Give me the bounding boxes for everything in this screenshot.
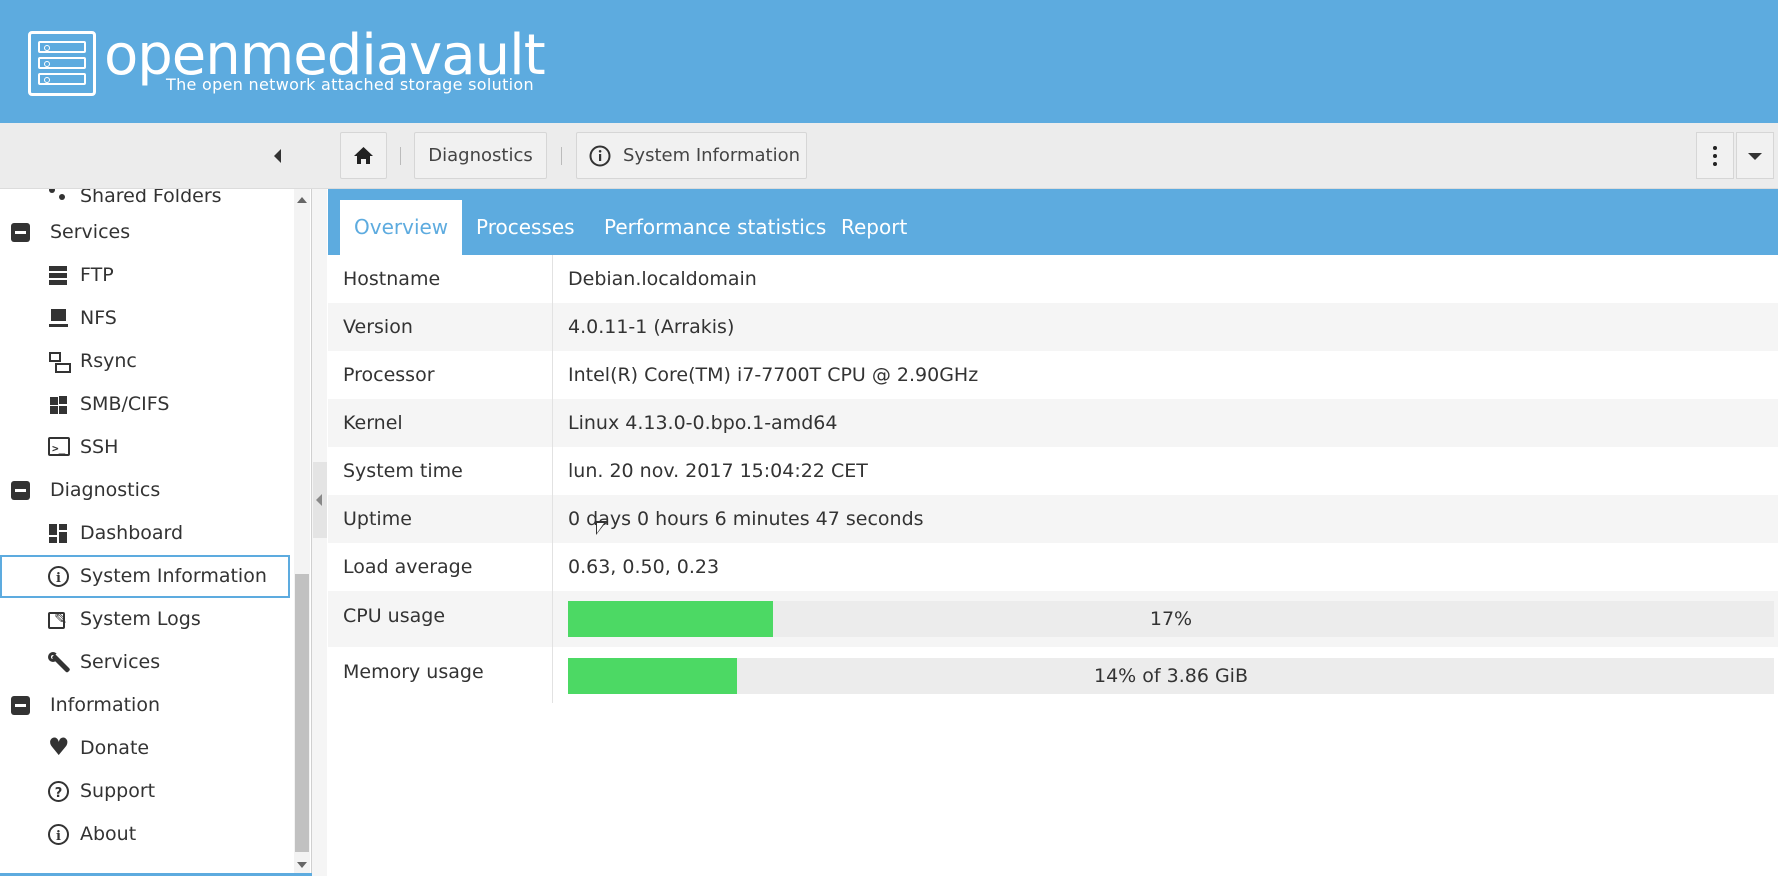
sidebar-item-ssh[interactable]: SSH [0, 426, 290, 470]
memory-usage-progress-bar: 14% of 3.86 GiB [568, 658, 1774, 694]
info-value: 0.63, 0.50, 0.23 [568, 556, 720, 578]
sidebar-group-services[interactable]: Services [0, 211, 290, 254]
info-row-memory-usage: Memory usage 14% of 3.86 GiB [328, 647, 1778, 703]
info-key: System time [343, 460, 463, 482]
info-key: Uptime [343, 508, 412, 530]
caret-down-icon [1748, 153, 1762, 160]
dashboard-icon [48, 523, 70, 545]
info-key: Kernel [343, 412, 403, 434]
info-key: Version [343, 316, 413, 338]
sidebar-item-rsync[interactable]: Rsync [0, 340, 290, 383]
sidebar-item-smb-cifs[interactable]: SMB/CIFS [0, 383, 290, 426]
sidebar-item-nfs[interactable]: NFS [0, 297, 290, 340]
info-row-hostname: Hostname Debian.localdomain [328, 255, 1778, 303]
collapse-sidebar-icon[interactable] [268, 143, 288, 167]
collapse-minus-icon [11, 696, 30, 715]
navigation-sidebar: Shared Folders Services FTP NFS Rsync SM… [0, 189, 312, 876]
info-row-cpu-usage: CPU usage 17% [328, 591, 1778, 647]
breadcrumb-separator [400, 147, 401, 165]
info-value: lun. 20 nov. 2017 15:04:22 CET [568, 460, 868, 482]
info-value: 0 days 0 hours 6 minutes 47 seconds [568, 508, 924, 530]
info-row-kernel: Kernel Linux 4.13.0-0.bpo.1-amd64 [328, 399, 1778, 447]
edit-icon [48, 597, 67, 640]
collapse-minus-icon [11, 223, 30, 242]
info-row-load-average: Load average 0.63, 0.50, 0.23 [328, 543, 1778, 591]
network-icon [48, 351, 71, 373]
info-key: Processor [343, 364, 435, 386]
info-row-system-time: System time lun. 20 nov. 2017 15:04:22 C… [328, 447, 1778, 495]
wrench-icon [48, 652, 70, 674]
dropdown-button[interactable] [1736, 132, 1774, 179]
sidebar-item-about[interactable]: About [0, 813, 290, 858]
breadcrumb-label: System Information [623, 145, 801, 166]
info-value: Intel(R) Core(TM) i7-7700T CPU @ 2.90GHz [568, 364, 979, 386]
info-value: Debian.localdomain [568, 268, 757, 290]
info-key: Memory usage [343, 661, 484, 683]
kebab-menu-icon [1713, 146, 1717, 166]
scrollbar-thumb[interactable] [295, 574, 309, 852]
sidebar-scrollbar[interactable] [294, 189, 310, 876]
memory-usage-text: 14% of 3.86 GiB [1093, 665, 1248, 687]
info-circle-icon [48, 557, 69, 600]
sidebar-group-diagnostics[interactable]: Diagnostics [0, 469, 290, 512]
tab-processes[interactable]: Processes [462, 200, 589, 255]
scroll-down-icon[interactable] [297, 862, 307, 868]
column-divider [552, 255, 553, 703]
sidebar-item-ftp[interactable]: FTP [0, 254, 290, 297]
tab-report[interactable]: Report [827, 200, 921, 255]
heart-icon [48, 726, 70, 769]
info-value: Linux 4.13.0-0.bpo.1-amd64 [568, 412, 838, 434]
splitter-collapse-icon[interactable] [313, 462, 327, 538]
toolbar: Diagnostics System Information [0, 123, 1778, 189]
collapse-minus-icon [11, 481, 30, 500]
app-header: openmediavault The open network attached… [0, 0, 1778, 123]
tab-bar: Overview Processes Performance statistic… [328, 189, 1778, 255]
logo-icon [28, 31, 96, 96]
info-row-uptime: Uptime 0 days 0 hours 6 minutes 47 secon… [328, 495, 1778, 543]
breadcrumb-diagnostics[interactable]: Diagnostics [414, 132, 547, 179]
breadcrumb-system-information[interactable]: System Information [576, 132, 807, 179]
sidebar-item-system-logs[interactable]: System Logs [0, 597, 290, 641]
sidebar-item-support[interactable]: Support [0, 770, 290, 815]
server-icon [48, 265, 70, 287]
sidebar-item-dashboard[interactable]: Dashboard [0, 512, 290, 555]
breadcrumb-home-button[interactable] [340, 132, 387, 179]
share-icon [48, 189, 70, 208]
tab-performance-statistics[interactable]: Performance statistics [590, 200, 840, 255]
info-row-version: Version 4.0.11-1 (Arrakis) [328, 303, 1778, 351]
more-actions-button[interactable] [1696, 132, 1734, 179]
terminal-icon [48, 427, 70, 470]
sidebar-group-information[interactable]: Information [0, 684, 290, 727]
info-key: Load average [343, 556, 473, 578]
sidebar-item-donate[interactable]: Donate [0, 726, 290, 770]
info-row-processor: Processor Intel(R) Core(TM) i7-7700T CPU… [328, 351, 1778, 399]
breadcrumb-separator [561, 147, 562, 165]
info-key: Hostname [343, 268, 441, 290]
scroll-up-icon[interactable] [297, 197, 307, 203]
desktop-icon [48, 308, 70, 330]
cpu-usage-text: 17% [1149, 608, 1193, 630]
cpu-usage-progress-bar: 17% [568, 601, 1774, 637]
question-circle-icon [48, 772, 69, 815]
sidebar-item-services-diag[interactable]: Services [0, 641, 290, 684]
info-circle-icon [589, 145, 611, 167]
info-key: CPU usage [343, 605, 446, 627]
home-icon [354, 147, 373, 164]
info-value: 4.0.11-1 (Arrakis) [568, 316, 735, 338]
windows-icon [48, 394, 70, 416]
tab-overview[interactable]: Overview [340, 200, 463, 255]
sidebar-item-system-information[interactable]: System Information [0, 555, 290, 600]
info-circle-icon [48, 815, 69, 858]
brand-tagline: The open network attached storage soluti… [166, 75, 534, 94]
